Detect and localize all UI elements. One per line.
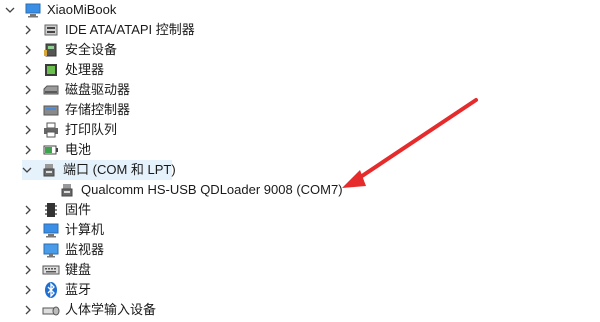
chevron-right-icon[interactable] [22, 44, 34, 56]
chevron-right-icon[interactable] [22, 104, 34, 116]
chevron-right-icon[interactable] [22, 124, 34, 136]
tree-item-label: 固件 [65, 202, 92, 217]
battery-icon [42, 141, 60, 159]
monitor-icon [42, 241, 60, 259]
chevron-right-icon[interactable] [22, 24, 34, 36]
chevron-right-icon[interactable] [22, 64, 34, 76]
storage-controller-icon [42, 101, 60, 119]
disk-drive-icon [42, 81, 60, 99]
tree-item-label: 蓝牙 [65, 282, 92, 297]
tree-root-label: XiaoMiBook [47, 2, 117, 17]
tree-item-security[interactable]: 安全设备 [22, 40, 117, 60]
tree-item-label: 键盘 [65, 262, 92, 277]
chevron-right-icon[interactable] [22, 224, 34, 236]
tree-item-printer[interactable]: 打印队列 [22, 120, 117, 140]
tree-item-label: 打印队列 [65, 122, 118, 137]
printer-icon [42, 121, 60, 139]
bluetooth-icon [42, 281, 60, 299]
tree-item-label: 安全设备 [65, 42, 118, 57]
tree-item-monitor[interactable]: 监视器 [22, 240, 104, 260]
tree-item-label: 人体学输入设备 [65, 302, 157, 317]
tree-item-firmware[interactable]: 固件 [22, 200, 91, 220]
port-icon [40, 161, 58, 179]
computer-icon [24, 1, 42, 19]
tree-item-label: 计算机 [65, 222, 105, 237]
ide-controller-icon [42, 21, 60, 39]
arrowhead [342, 170, 366, 188]
tree-item-processor[interactable]: 处理器 [22, 60, 104, 80]
tree-item-label: 存储控制器 [65, 102, 131, 117]
processor-icon [42, 61, 60, 79]
tree-item-keyboard[interactable]: 键盘 [22, 260, 91, 280]
tree-item-label: 电池 [65, 142, 92, 157]
chevron-right-icon[interactable] [22, 84, 34, 96]
tree-subitem-label: Qualcomm HS-USB QDLoader 9008 (COM7) [81, 182, 343, 197]
hid-icon [42, 301, 60, 319]
tree-root[interactable]: XiaoMiBook [4, 0, 116, 20]
firmware-icon [42, 201, 60, 219]
tree-item-disk[interactable]: 磁盘驱动器 [22, 80, 130, 100]
chevron-right-icon[interactable] [22, 304, 34, 316]
chevron-right-icon[interactable] [22, 144, 34, 156]
chevron-right-icon[interactable] [22, 204, 34, 216]
tree-item-label: 磁盘驱动器 [65, 82, 131, 97]
chevron-right-icon[interactable] [22, 284, 34, 296]
tree-item-bluetooth[interactable]: 蓝牙 [22, 280, 91, 300]
tree-item-label: 处理器 [65, 62, 105, 77]
tree-item-computer[interactable]: 计算机 [22, 220, 104, 240]
computer-icon [42, 221, 60, 239]
tree-item-storage-controller[interactable]: 存储控制器 [22, 100, 130, 120]
tree-item-hid[interactable]: 人体学输入设备 [22, 300, 156, 320]
tree-item-label: IDE ATA/ATAPI 控制器 [65, 22, 195, 37]
tree-subitem-qualcomm-port[interactable]: Qualcomm HS-USB QDLoader 9008 (COM7) [58, 180, 343, 200]
chevron-right-icon[interactable] [22, 264, 34, 276]
chevron-right-icon[interactable] [22, 244, 34, 256]
security-device-icon [42, 41, 60, 59]
chevron-down-icon[interactable] [4, 4, 16, 16]
chevron-down-icon[interactable] [22, 164, 32, 176]
keyboard-icon [42, 261, 60, 279]
port-icon [58, 181, 76, 199]
tree-item-ports[interactable]: 端口 (COM 和 LPT) [22, 160, 176, 180]
tree-item-label: 监视器 [65, 242, 105, 257]
tree-item-ide[interactable]: IDE ATA/ATAPI 控制器 [22, 20, 195, 40]
tree-item-battery[interactable]: 电池 [22, 140, 91, 160]
tree-item-label: 端口 (COM 和 LPT) [63, 162, 176, 177]
